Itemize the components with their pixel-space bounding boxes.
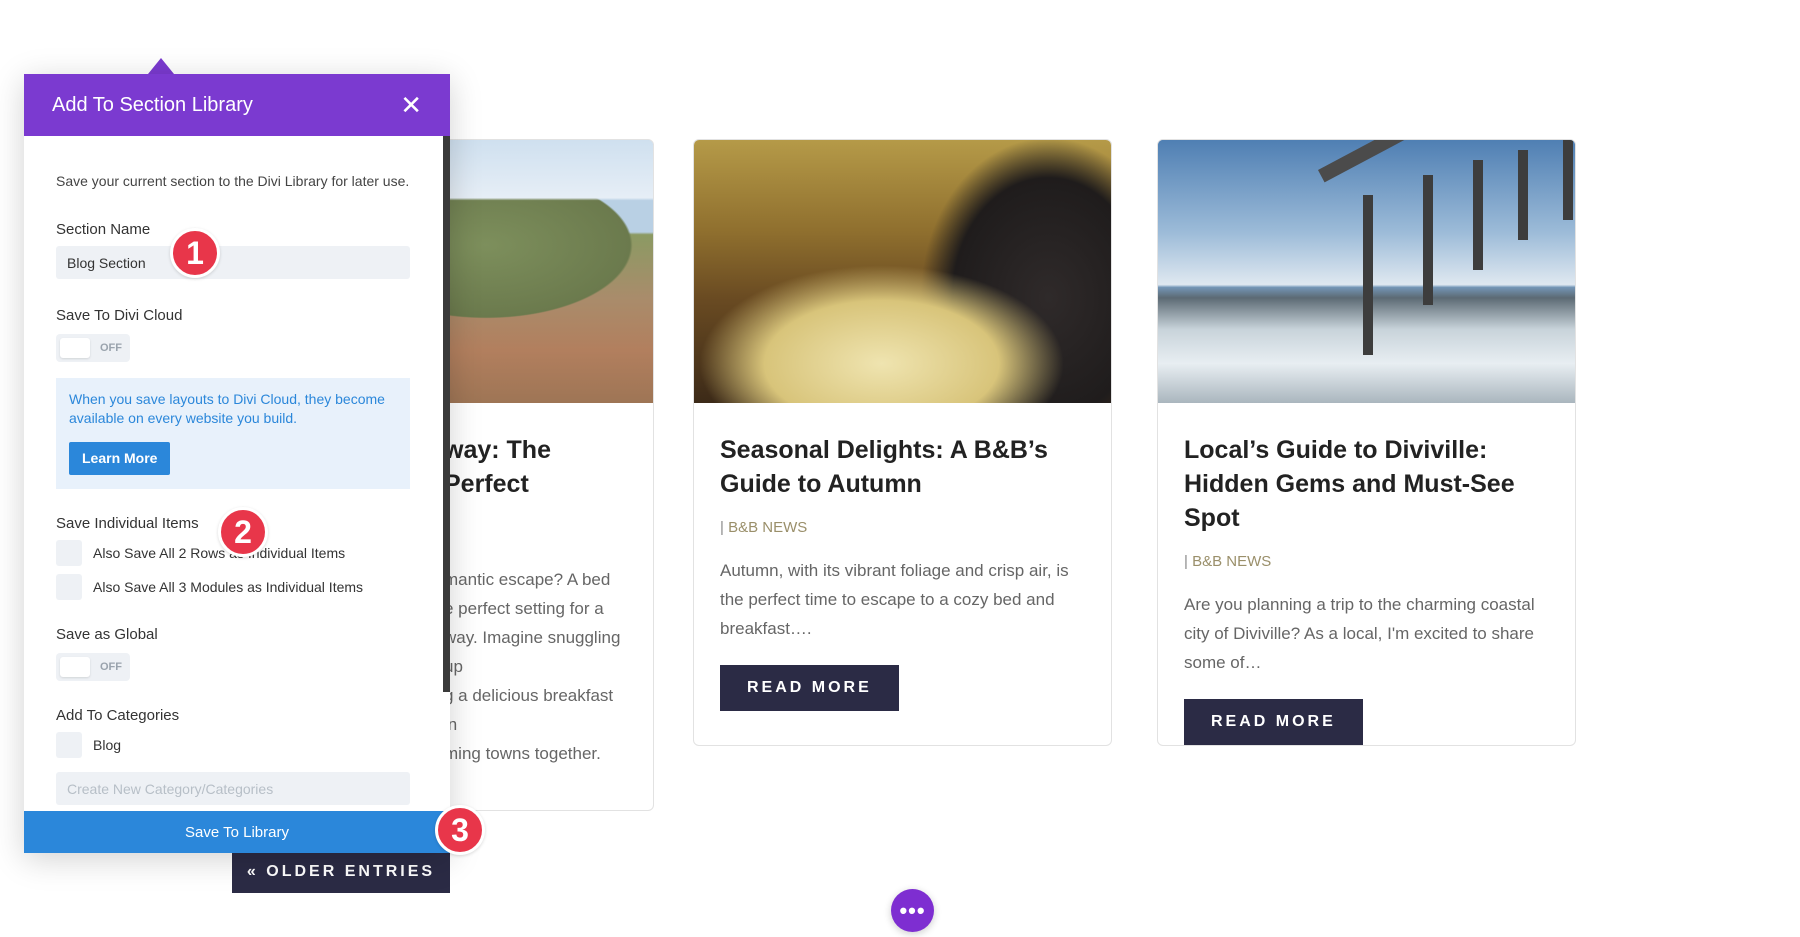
info-text: When you save layouts to Divi Cloud, the… <box>69 391 385 426</box>
categories-label: Add To Categories <box>56 707 180 724</box>
checkbox[interactable] <box>56 574 82 600</box>
learn-more-button[interactable]: Learn More <box>69 442 171 475</box>
read-more-button[interactable]: READ MORE <box>1184 699 1363 745</box>
divi-cloud-label: Save To Divi Cloud <box>56 307 183 324</box>
toggle-state: OFF <box>100 661 122 673</box>
pier-leg <box>1423 175 1433 305</box>
checkbox[interactable] <box>56 540 82 566</box>
section-name-input[interactable]: Blog Section <box>56 246 410 279</box>
step-badge-3: 3 <box>435 805 485 855</box>
divi-cloud-info: When you save layouts to Divi Cloud, the… <box>56 378 410 489</box>
post-excerpt: Are you planning a trip to the charming … <box>1184 595 1535 672</box>
toggle-knob <box>60 338 90 358</box>
post-card-3[interactable]: Local’s Guide to Diviville: Hidden Gems … <box>1157 139 1576 746</box>
save-to-library-button[interactable]: Save To Library <box>24 811 450 853</box>
modal-body[interactable]: Save your current section to the Divi Li… <box>24 136 450 811</box>
modal-description: Save your current section to the Divi Li… <box>56 173 410 189</box>
pier-leg <box>1473 160 1483 270</box>
post-title[interactable]: Seasonal Delights: A B&B’s Guide to Autu… <box>720 433 1085 501</box>
older-entries-button[interactable]: « OLDER ENTRIES <box>232 850 450 893</box>
add-to-library-modal: Add To Section Library ✕ Save your curre… <box>24 74 450 853</box>
post-meta: | B&B NEWS <box>1184 553 1549 570</box>
post-category-link[interactable]: B&B NEWS <box>728 519 807 536</box>
meta-separator: | <box>720 519 729 536</box>
step-badge-2: 2 <box>218 507 268 557</box>
scrollbar[interactable] <box>443 136 450 692</box>
post-excerpt: Autumn, with its vibrant foliage and cri… <box>720 561 1069 638</box>
close-icon[interactable]: ✕ <box>400 92 422 118</box>
toggle-state: OFF <box>100 342 122 354</box>
checkbox-label: Blog <box>93 737 122 753</box>
read-more-button[interactable]: READ MORE <box>720 665 899 711</box>
category-blog-option[interactable]: Blog <box>56 732 410 758</box>
divi-cloud-toggle[interactable]: OFF <box>56 334 130 362</box>
new-category-input[interactable]: Create New Category/Categories <box>56 772 410 805</box>
checkbox-label: Also Save All 3 Modules as Individual It… <box>93 579 364 595</box>
modal-title: Add To Section Library <box>52 93 253 116</box>
toggle-knob <box>60 657 90 677</box>
post-meta: | B&B NEWS <box>720 519 1085 536</box>
modal-header: Add To Section Library ✕ <box>24 74 450 136</box>
meta-separator: | <box>1184 553 1193 570</box>
checkbox[interactable] <box>56 732 82 758</box>
pier-leg <box>1363 195 1373 355</box>
section-name-label: Section Name <box>56 221 151 238</box>
post-title[interactable]: Local’s Guide to Diviville: Hidden Gems … <box>1184 433 1549 535</box>
post-category-link[interactable]: B&B NEWS <box>1192 553 1271 570</box>
modal-pointer-arrow <box>148 58 174 74</box>
post-image[interactable] <box>694 140 1111 403</box>
pier-leg <box>1563 140 1573 220</box>
post-card-2[interactable]: Seasonal Delights: A B&B’s Guide to Autu… <box>693 139 1112 746</box>
global-toggle[interactable]: OFF <box>56 653 130 681</box>
pier-leg <box>1518 150 1528 240</box>
more-options-button[interactable]: ••• <box>891 889 934 932</box>
global-label: Save as Global <box>56 626 158 643</box>
save-modules-option[interactable]: Also Save All 3 Modules as Individual It… <box>56 574 410 600</box>
checkbox-label: Also Save All 2 Rows as Individual Items <box>93 545 346 561</box>
post-image[interactable] <box>1158 140 1575 403</box>
step-badge-1: 1 <box>170 228 220 278</box>
